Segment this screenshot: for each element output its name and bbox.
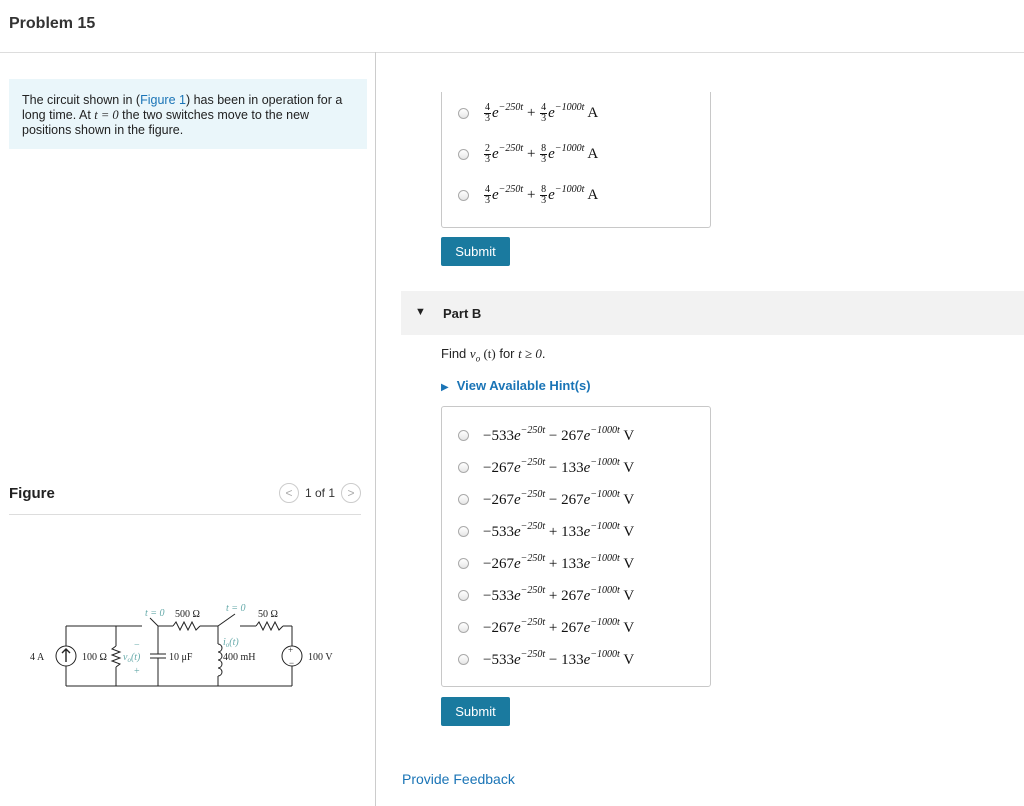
radio-button[interactable]	[458, 653, 469, 665]
radio-button[interactable]	[458, 493, 469, 505]
radio-button[interactable]	[458, 429, 469, 441]
expand-triangle-icon: ▶	[441, 382, 449, 393]
part-b-option[interactable]: −267e−250t − 133e−1000t V	[458, 457, 634, 477]
part-b-choices: −533e−250t − 267e−1000t V −267e−250t − 1…	[441, 406, 711, 687]
option-expression: −267e−250t + 133e−1000t V	[483, 553, 635, 572]
part-b-option[interactable]: −533e−250t − 133e−1000t V	[458, 649, 634, 669]
radio-button[interactable]	[458, 461, 469, 473]
part-a-option[interactable]: 2 3 e−250t + 8 3 e−1000t A	[458, 143, 598, 165]
next-figure-icon[interactable]: >	[341, 483, 361, 503]
inductor-label: 400 mH	[223, 652, 256, 663]
provide-feedback-link[interactable]: Provide Feedback	[402, 771, 515, 787]
column-divider	[375, 52, 376, 806]
t-equals-zero: t = 0	[94, 108, 119, 122]
switch1-label: t = 0	[145, 608, 165, 619]
figure-page-count: 1 of 1	[304, 486, 335, 500]
radio-button[interactable]	[458, 107, 469, 119]
io-label: io(t)	[223, 637, 239, 649]
option-expression: −533e−250t − 133e−1000t V	[483, 649, 635, 668]
option-expression: 4 3 e−250t + 8 3 e−1000t A	[484, 184, 599, 207]
option-expression: −533e−250t + 133e−1000t V	[483, 521, 635, 540]
radio-button[interactable]	[458, 621, 469, 633]
voltage-source-label: 100 V	[308, 652, 333, 663]
vsource-minus: −	[289, 658, 294, 668]
option-expression: −533e−250t − 267e−1000t V	[483, 425, 635, 444]
current-source-label: 4 A	[30, 652, 45, 663]
part-a-choices: 4 3 e−250t + 4 3 e−1000t A 2 3 e−250t + 8 3 e−10…	[441, 92, 711, 228]
intro-text-1: The circuit shown in (	[22, 93, 141, 107]
figure-label: Figure	[9, 485, 55, 502]
part-b-option[interactable]: −267e−250t − 267e−1000t V	[458, 489, 634, 509]
resistor-100-label: 100 Ω	[82, 652, 107, 663]
part-b-option[interactable]: −267e−250t + 133e−1000t V	[458, 553, 634, 573]
figure-header: Figure < 1 of 1 >	[9, 478, 361, 515]
vo-plus: +	[134, 666, 140, 677]
resistor-500-label: 500 Ω	[175, 609, 200, 620]
option-expression: 4 3 e−250t + 4 3 e−1000t A	[484, 102, 599, 125]
vo-label: vo(t)	[123, 652, 141, 664]
figure-link[interactable]: Figure 1	[140, 93, 186, 107]
option-expression: −267e−250t + 267e−1000t V	[483, 617, 635, 636]
part-a-option[interactable]: 4 3 e−250t + 8 3 e−1000t A	[458, 184, 598, 206]
problem-header: Problem 15	[0, 0, 1024, 53]
radio-button[interactable]	[458, 589, 469, 601]
radio-button[interactable]	[458, 557, 469, 569]
vsource-plus: +	[288, 645, 293, 655]
part-a-submit-button[interactable]: Submit	[441, 237, 510, 266]
part-a-option[interactable]: 4 3 e−250t + 4 3 e−1000t A	[458, 102, 598, 124]
problem-statement: The circuit shown in (Figure 1) has been…	[9, 79, 367, 149]
view-hints-link[interactable]: ▶ View Available Hint(s)	[441, 378, 591, 393]
option-expression: −533e−250t + 267e−1000t V	[483, 585, 635, 604]
problem-title: Problem 15	[9, 15, 96, 32]
part-b-option[interactable]: −533e−250t + 267e−1000t V	[458, 585, 634, 605]
figure-pager: < 1 of 1 >	[278, 483, 361, 503]
part-b-label: Part B	[443, 306, 482, 321]
capacitor-label: 10 μF	[169, 652, 193, 663]
radio-button[interactable]	[458, 148, 469, 160]
part-b-header[interactable]: ▼ Part B	[401, 291, 1024, 335]
part-b-option[interactable]: −533e−250t + 133e−1000t V	[458, 521, 634, 541]
option-expression: −267e−250t − 267e−1000t V	[483, 489, 635, 508]
option-expression: 2 3 e−250t + 8 3 e−1000t A	[484, 143, 599, 166]
circuit-diagram: 4 A 100 Ω vo(t) − + 10 μF t = 0 500 Ω t …	[30, 603, 333, 687]
part-b-submit-button[interactable]: Submit	[441, 697, 510, 726]
prev-figure-icon[interactable]: <	[278, 483, 299, 503]
radio-button[interactable]	[458, 525, 469, 537]
collapse-triangle-icon[interactable]: ▼	[415, 306, 426, 318]
switch2-label: t = 0	[226, 603, 246, 614]
part-b-prompt: Find vo (t) for t ≥ 0.	[441, 346, 546, 364]
part-b-option[interactable]: −533e−250t − 267e−1000t V	[458, 425, 634, 445]
radio-button[interactable]	[458, 189, 469, 201]
option-expression: −267e−250t − 133e−1000t V	[483, 457, 635, 476]
vo-minus: −	[134, 640, 140, 651]
resistor-50-label: 50 Ω	[258, 609, 278, 620]
part-b-option[interactable]: −267e−250t + 267e−1000t V	[458, 617, 634, 637]
